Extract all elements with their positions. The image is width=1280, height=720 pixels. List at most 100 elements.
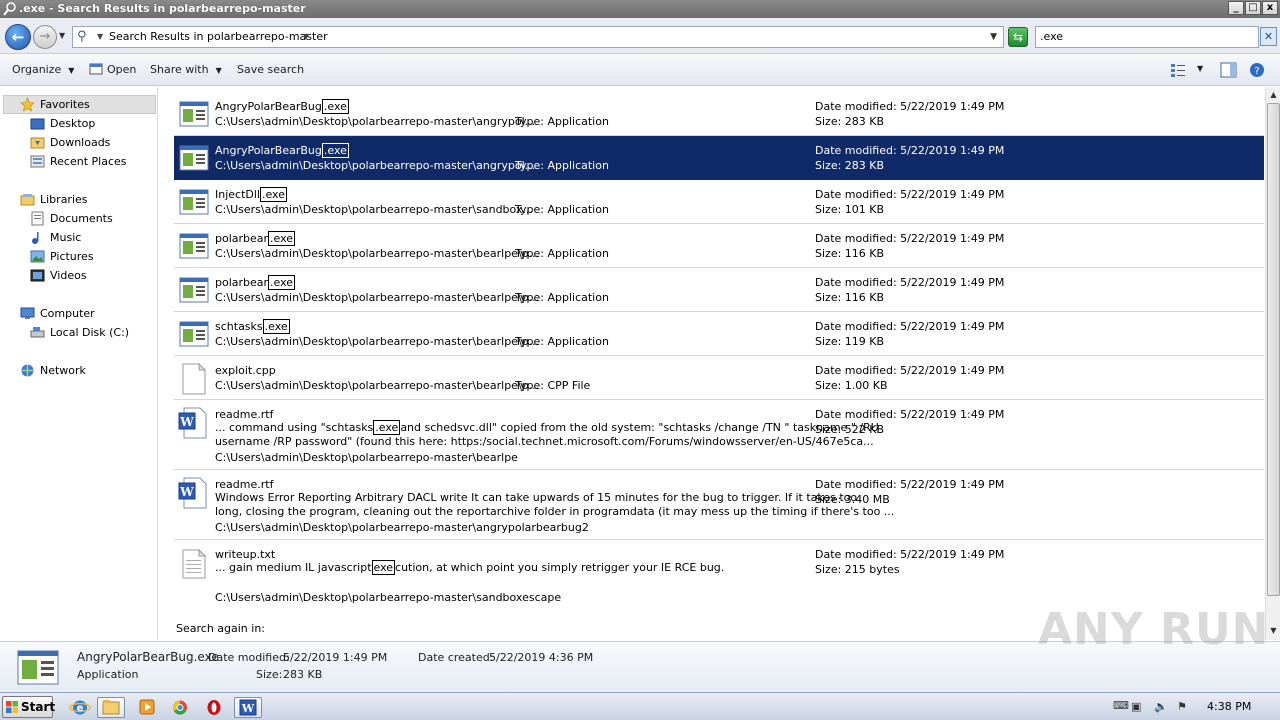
list-item[interactable]: W readme.rtf Windows Error Reporting Arb… [174,470,1264,540]
address-path[interactable]: Search Results in polarbearrepo-master [109,30,328,43]
file-name: exploit.cpp [215,364,276,377]
details-created-label: Date created: [418,651,494,664]
music-icon [32,232,39,244]
taskbar-media-player[interactable] [133,697,161,718]
search-input[interactable]: .exe [1035,26,1259,48]
vertical-scrollbar[interactable]: ▲ ▼ [1265,87,1280,640]
file-name-prefix: polarbear [215,276,269,289]
list-item[interactable]: writeup.txt ... gain medium IL javascrip… [174,540,1264,610]
list-item-selected[interactable]: AngryPolarBearBug .exe C:\Users\admin\Des… [174,136,1264,180]
list-item[interactable]: InjectDll .exe C:\Users\admin\Desktop\pol… [174,180,1264,224]
list-item[interactable]: W readme.rtf ... command using "schtasks… [174,400,1264,470]
word-icon: W [239,699,257,716]
taskbar-clock[interactable]: 4:38 PM [1207,700,1251,713]
chrome-icon [172,700,187,715]
clear-search-icon[interactable]: ✕ [1260,27,1277,46]
taskbar-explorer[interactable] [97,697,125,718]
scroll-up-icon[interactable]: ▲ [1267,88,1280,102]
organize-button[interactable]: Organize ▼ [12,63,74,76]
taskbar-word[interactable]: W [234,697,262,718]
nav-recent-places-label: Recent Places [50,155,127,168]
details-size-label: Size: [256,668,283,681]
open-label: Open [107,63,137,76]
search-match-highlight: .exe [259,187,287,202]
open-icon [89,63,103,75]
taskbar-chrome[interactable] [166,697,194,718]
window-title: .exe - Search Results in polarbearrepo-m… [19,2,306,15]
nav-music-label: Music [50,231,82,244]
close-button[interactable]: x [1262,1,1278,15]
help-icon[interactable]: ? [1249,62,1265,78]
application-icon [179,101,209,127]
snippet-text: ... command using "schtasks [215,421,374,434]
view-options-icon[interactable] [1170,62,1186,78]
list-item[interactable]: schtasks .exe C:\Users\admin\Desktop\pola… [174,312,1264,356]
file-path: C:\Users\admin\Desktop\polarbearrepo-mas… [215,379,540,392]
list-item[interactable]: polarbear .exe C:\Users\admin\Desktop\pol… [174,224,1264,268]
search-input-value[interactable]: .exe [1040,30,1063,43]
svg-text:W: W [179,415,194,429]
file-date: Date modified: 5/22/2019 1:49 PM [815,320,1005,333]
save-search-button[interactable]: Save search [237,63,304,76]
start-label: Start [21,700,56,714]
chevron-down-icon[interactable]: ▼ [97,32,103,41]
opera-icon [207,700,221,715]
file-path: C:\Users\admin\Desktop\polarbearrepo-mas… [215,159,536,172]
search-match-highlight: .exe [321,99,349,114]
file-path: C:\Users\admin\Desktop\polarbearrepo-mas… [215,591,562,604]
network-tray-icon[interactable]: ▣ [1131,700,1141,713]
refresh-icon[interactable]: ⇆ [1008,27,1028,47]
file-type: Type: Application [515,247,609,260]
details-size-value: 283 KB [283,668,323,681]
volume-icon[interactable]: 🔈 [1154,700,1168,713]
open-button[interactable]: Open [107,63,136,76]
navigation-pane: Favorites Desktop Downloads Recent Place… [0,87,158,640]
recent-pages-dropdown-icon[interactable]: ▼ [59,31,65,40]
file-name: InjectDll .exe [215,187,287,202]
application-icon [179,233,209,259]
internet-explorer-icon: e [69,700,91,715]
file-size: Size: 116 KB [815,247,885,260]
back-button[interactable]: ← [5,24,31,50]
start-button[interactable]: Start [2,696,56,718]
share-with-button[interactable]: Share with ▼ [150,63,222,76]
taskbar-ie[interactable]: e [66,697,94,718]
address-dropdown-icon[interactable]: ▼ [990,32,997,42]
text-file-icon [182,549,207,579]
file-size: Size: 119 KB [815,335,885,348]
preview-pane-icon[interactable] [1220,62,1237,78]
search-icon: ⚲ [77,29,87,44]
scrollbar-thumb[interactable] [1267,103,1280,596]
details-modified-value: 5/22/2019 1:49 PM [283,651,388,664]
list-item[interactable]: exploit.cpp C:\Users\admin\Desktop\polar… [174,356,1264,400]
action-center-flag-icon[interactable]: ⚑ [1177,700,1187,713]
file-type: Type: Application [515,291,609,304]
maximize-button[interactable]: □ [1245,1,1261,15]
keyboard-icon[interactable]: ⌨ [1113,699,1129,712]
address-bar[interactable]: ⚲ ▼ Search Results in polarbearrepo-mast… [72,26,1004,48]
file-date: Date modified: 5/22/2019 1:49 PM [815,188,1005,201]
search-folder-icon [3,2,16,16]
list-item[interactable]: polarbear .exe C:\Users\admin\Desktop\pol… [174,268,1264,312]
chevron-down-icon[interactable]: ▼ [303,32,309,41]
file-name-prefix: AngryPolarBearBug [215,100,322,113]
libraries-icon [20,194,35,206]
file-type: Type: Application [515,203,609,216]
nav-computer-label: Computer [40,307,95,320]
nav-pictures-label: Pictures [50,250,94,263]
list-item[interactable]: AngryPolarBearBug .exe C:\Users\admin\Des… [174,92,1264,136]
taskbar-opera[interactable] [200,697,228,718]
file-date: Date modified: 5/22/2019 1:49 PM [815,478,1005,491]
file-date: Date modified: 5/22/2019 1:49 PM [815,276,1005,289]
search-again-label: Search again in: [176,622,266,635]
documents-icon [31,211,44,226]
file-size: Size: 283 KB [815,159,885,172]
window-titlebar: .exe - Search Results in polarbearrepo-m… [0,0,1280,18]
view-dropdown-icon[interactable]: ▼ [1197,64,1203,73]
windows-logo-icon [6,701,18,713]
search-match-highlight: .exe [268,231,296,246]
minimize-button[interactable]: _ [1228,1,1244,15]
desktop-icon [30,118,45,130]
application-icon [179,277,209,303]
forward-button[interactable]: → [33,25,57,49]
